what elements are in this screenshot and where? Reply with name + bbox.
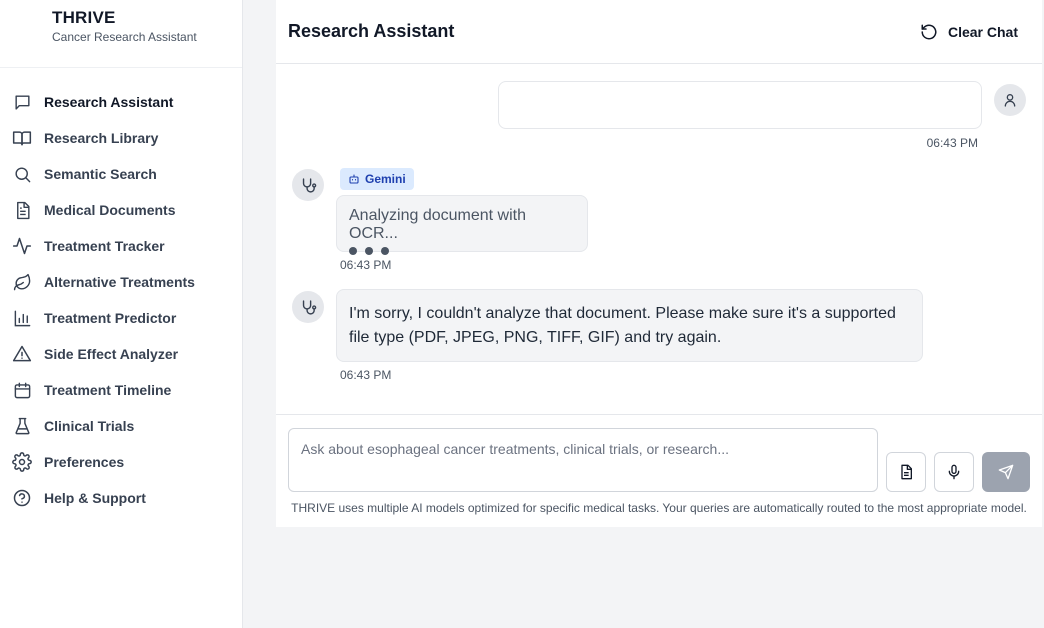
upload-document-button[interactable] (886, 452, 926, 492)
clear-chat-button[interactable]: Clear Chat (920, 23, 1018, 41)
leaf-icon (12, 272, 32, 292)
sidebar-item-research-assistant[interactable]: Research Assistant (0, 84, 242, 120)
chat-panel: Research Assistant Clear Chat Uploaded m… (276, 0, 1042, 527)
clear-chat-label: Clear Chat (947, 23, 1018, 40)
sidebar-item-label: Side Effect Analyzer (44, 346, 179, 362)
sidebar-item-label: Treatment Predictor (44, 310, 177, 326)
sidebar-item-label: Preferences (44, 454, 125, 470)
assistant-avatar (292, 291, 324, 323)
sidebar-item-help-support[interactable]: Help & Support (0, 480, 242, 516)
gear-icon (12, 452, 32, 472)
typing-dot (365, 247, 373, 255)
voice-input-button[interactable] (934, 452, 974, 492)
sidebar-item-research-library[interactable]: Research Library (0, 120, 242, 156)
assistant-message-analyzing: Analyzing document with OCR... (336, 195, 588, 255)
bot-icon (349, 174, 359, 184)
sidebar-item-label: Clinical Trials (44, 418, 135, 434)
activity-icon (12, 236, 32, 256)
assistant-avatar (292, 169, 324, 201)
sidebar-item-alternative-treatments[interactable]: Alternative Treatments (0, 264, 242, 300)
chat-icon (12, 92, 32, 112)
sidebar-item-label: Research Assistant (44, 94, 174, 110)
bar-chart-icon (12, 308, 32, 328)
page-title: Research Assistant (288, 21, 455, 41)
brand-title: THRIVE (52, 8, 116, 27)
sidebar-item-clinical-trials[interactable]: Clinical Trials (0, 408, 242, 444)
assistant-message-error: I'm sorry, I couldn't analyze that docum… (336, 289, 923, 362)
sidebar-item-preferences[interactable]: Preferences (0, 444, 242, 480)
chat-header: Research Assistant Clear Chat (276, 0, 1042, 64)
model-badge: Gemini (340, 168, 414, 190)
send-icon (998, 464, 1014, 480)
disclaimer-text: THRIVE uses multiple AI models optimized… (291, 501, 1027, 515)
send-button[interactable] (982, 452, 1030, 492)
user-message-time: 06:43 PM (926, 136, 978, 150)
stethoscope-icon (302, 299, 316, 315)
sidebar-item-label: Alternative Treatments (44, 274, 195, 290)
brand: THRIVE Cancer Research Assistant (0, 0, 242, 68)
help-icon (12, 488, 32, 508)
sidebar-item-treatment-tracker[interactable]: Treatment Tracker (0, 228, 242, 264)
user-icon (1004, 94, 1016, 107)
brand-subtitle: Cancer Research Assistant (52, 30, 197, 44)
microphone-icon (948, 464, 960, 480)
warning-icon (12, 344, 32, 364)
chat-input[interactable] (288, 428, 878, 492)
user-message-text: Uploaded medical document: Alternative_t… (511, 96, 943, 113)
sidebar-item-medical-documents[interactable]: Medical Documents (0, 192, 242, 228)
main-area: Research Assistant Clear Chat Uploaded m… (244, 0, 1044, 628)
sidebar-item-treatment-timeline[interactable]: Treatment Timeline (0, 372, 242, 408)
typing-dot (381, 247, 389, 255)
assistant-message-time: 06:43 PM (340, 258, 392, 272)
sidebar-item-treatment-predictor[interactable]: Treatment Predictor (0, 300, 242, 336)
assistant-message-text: I'm sorry, I couldn't analyze that docum… (349, 305, 896, 346)
sidebar-item-label: Treatment Timeline (44, 382, 172, 398)
sidebar: THRIVE Cancer Research Assistant Researc… (0, 0, 243, 628)
sidebar-item-label: Treatment Tracker (44, 238, 165, 254)
sidebar-item-label: Help & Support (44, 490, 146, 506)
composer: THRIVE uses multiple AI models optimized… (276, 414, 1042, 527)
sidebar-item-semantic-search[interactable]: Semantic Search (0, 156, 242, 192)
document-icon (901, 464, 912, 480)
typing-indicator (349, 247, 575, 255)
sidebar-nav: Research Assistant Research Library Sema… (0, 68, 242, 516)
stethoscope-icon (302, 177, 316, 193)
sidebar-item-side-effect-analyzer[interactable]: Side Effect Analyzer (0, 336, 242, 372)
model-name: Gemini (365, 172, 406, 186)
assistant-message-time: 06:43 PM (340, 368, 392, 382)
assistant-message-text: Analyzing document with OCR... (349, 207, 526, 242)
message-list: Uploaded medical document: Alternative_t… (276, 64, 1042, 414)
sidebar-item-label: Medical Documents (44, 202, 176, 218)
user-message: Uploaded medical document: Alternative_t… (498, 81, 982, 129)
user-avatar (994, 84, 1026, 116)
flask-icon (12, 416, 32, 436)
calendar-icon (12, 380, 32, 400)
search-icon (12, 164, 32, 184)
sidebar-item-label: Research Library (44, 130, 159, 146)
book-icon (12, 128, 32, 148)
document-icon (12, 200, 32, 220)
sidebar-item-label: Semantic Search (44, 166, 157, 182)
refresh-icon (920, 23, 938, 41)
typing-dot (349, 247, 357, 255)
